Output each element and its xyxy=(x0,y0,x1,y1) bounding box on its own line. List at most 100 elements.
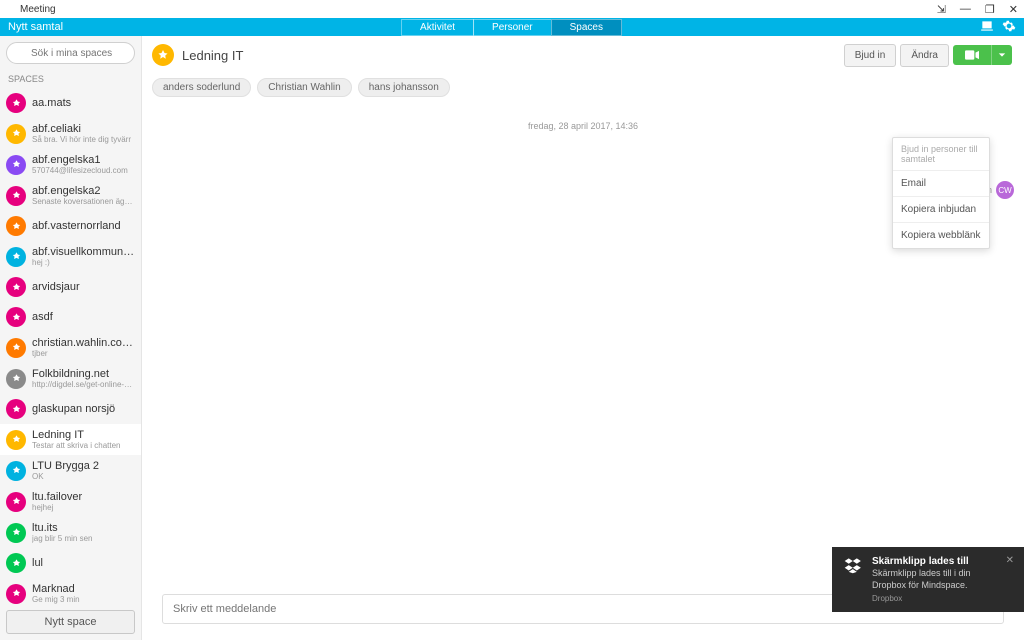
app-icon xyxy=(6,4,16,14)
space-icon xyxy=(6,523,26,543)
space-icon xyxy=(6,461,26,481)
sidebar-item-abf-vasternorrland[interactable]: abf.vasternorrland xyxy=(0,211,141,241)
space-subtitle: OK xyxy=(32,472,99,481)
space-subtitle: hejhej xyxy=(32,503,82,512)
space-subtitle: 570744@lifesizecloud.com xyxy=(32,166,128,175)
space-name: Folkbildning.net xyxy=(32,368,135,380)
window-title: Meeting xyxy=(20,4,56,15)
conversation-header: Ledning IT Bjud in Ändra xyxy=(142,36,1024,74)
chevron-down-icon[interactable] xyxy=(991,45,1012,65)
dropdown-item[interactable]: Kopiera inbjudan xyxy=(893,197,989,223)
space-subtitle: http://digdel.se/get-online-week-2017/ xyxy=(32,380,135,389)
screen-share-icon[interactable] xyxy=(980,19,994,36)
invite-button[interactable]: Bjud in xyxy=(844,44,897,67)
dropdown-header: Bjud in personer till samtalet xyxy=(893,138,989,171)
space-name: glaskupan norsjö xyxy=(32,403,115,415)
sidebar-item-abf-celiaki[interactable]: abf.celiakiSå bra. Vi hör inte dig tyvär… xyxy=(0,118,141,149)
sidebar-item-christian-wahlin-cospace[interactable]: christian.wahlin.cospacetjber xyxy=(0,332,141,363)
participant-chip[interactable]: Christian Wahlin xyxy=(257,78,351,97)
sidebar-item-asdf[interactable]: asdf xyxy=(0,302,141,332)
space-name: abf.vasternorrland xyxy=(32,220,121,232)
avatar: CW xyxy=(996,181,1014,199)
sidebar-item-abf-visuellkommunikation[interactable]: abf.visuellkommunikationhej :) xyxy=(0,241,141,272)
sidebar-item-glaskupan-norsj-[interactable]: glaskupan norsjö xyxy=(0,394,141,424)
tab-people[interactable]: Personer xyxy=(473,19,552,36)
window-close-icon[interactable]: ✕ xyxy=(1009,3,1018,16)
top-tabs: Aktivitet Personer Spaces xyxy=(402,19,622,36)
sidebar: SPACES aa.mats abf.celiakiSå bra. Vi hör … xyxy=(0,36,142,640)
toast-title: Skärmklipp lades till xyxy=(872,555,998,568)
space-name: aa.mats xyxy=(32,97,71,109)
sidebar-item-marknad[interactable]: MarknadGe mig 3 min xyxy=(0,578,141,604)
toast-notification: Skärmklipp lades till Skärmklipp lades t… xyxy=(832,547,1024,612)
space-name: ltu.failover xyxy=(32,491,82,503)
invite-dropdown: Bjud in personer till samtalet EmailKopi… xyxy=(892,137,990,249)
sidebar-item-arvidsjaur[interactable]: arvidsjaur xyxy=(0,272,141,302)
participant-chip[interactable]: anders soderlund xyxy=(152,78,251,97)
space-icon xyxy=(6,216,26,236)
space-subtitle: Testar att skriva i chatten xyxy=(32,441,120,450)
sidebar-item-abf-engelska1[interactable]: abf.engelska1570744@lifesizecloud.com xyxy=(0,149,141,180)
space-icon xyxy=(6,584,26,604)
space-icon xyxy=(6,307,26,327)
date-stamp: fredag, 28 april 2017, 14:36 xyxy=(142,121,1024,131)
sidebar-item-ledning-it[interactable]: Ledning ITTestar att skriva i chatten xyxy=(0,424,141,455)
search-input[interactable] xyxy=(6,42,135,64)
space-icon xyxy=(6,430,26,450)
space-name: ltu.its xyxy=(32,522,92,534)
topbar: Nytt samtal Aktivitet Personer Spaces xyxy=(0,18,1024,36)
space-icon xyxy=(6,247,26,267)
sidebar-item-folkbildning-net[interactable]: Folkbildning.nethttp://digdel.se/get-onl… xyxy=(0,363,141,394)
content-area: Ledning IT Bjud in Ändra anders soderlun… xyxy=(142,36,1024,640)
window-minimize-icon[interactable]: — xyxy=(960,3,971,16)
space-name: arvidsjaur xyxy=(32,281,80,293)
camera-icon[interactable] xyxy=(953,45,991,65)
space-name: christian.wahlin.cospace xyxy=(32,337,135,349)
space-name: abf.engelska1 xyxy=(32,154,128,166)
space-icon xyxy=(6,277,26,297)
space-icon xyxy=(6,93,26,113)
space-name: asdf xyxy=(32,311,53,323)
sidebar-item-ltu-failover[interactable]: ltu.failoverhejhej xyxy=(0,486,141,517)
space-subtitle: tjber xyxy=(32,349,135,358)
space-list[interactable]: aa.mats abf.celiakiSå bra. Vi hör inte di… xyxy=(0,88,141,604)
sidebar-item-lul[interactable]: lul xyxy=(0,548,141,578)
space-icon xyxy=(6,399,26,419)
conversation-title: Ledning IT xyxy=(182,48,836,63)
space-avatar-icon xyxy=(152,44,174,66)
spaces-section-label: SPACES xyxy=(0,70,141,88)
space-icon xyxy=(6,369,26,389)
space-name: abf.celiaki xyxy=(32,123,131,135)
conversation-body: fredag, 28 april 2017, 14:36 an Wahlin C… xyxy=(142,101,1024,586)
participant-chip[interactable]: hans johansson xyxy=(358,78,450,97)
new-space-button[interactable]: Nytt space xyxy=(6,610,135,634)
space-icon xyxy=(6,155,26,175)
dropdown-item[interactable]: Kopiera webblänk xyxy=(893,223,989,248)
space-name: abf.engelska2 xyxy=(32,185,135,197)
sidebar-item-aa-mats[interactable]: aa.mats xyxy=(0,88,141,118)
space-icon xyxy=(6,492,26,512)
video-call-button[interactable] xyxy=(953,45,1012,65)
tab-activity[interactable]: Aktivitet xyxy=(401,19,474,36)
sidebar-item-ltu-its[interactable]: ltu.itsjag blir 5 min sen xyxy=(0,517,141,548)
new-call-button[interactable]: Nytt samtal xyxy=(8,21,63,33)
change-button[interactable]: Ändra xyxy=(900,44,949,67)
space-subtitle: jag blir 5 min sen xyxy=(32,534,92,543)
space-name: lul xyxy=(32,557,43,569)
window-extra-icon[interactable]: ⇲ xyxy=(937,3,946,16)
dropdown-item[interactable]: Email xyxy=(893,171,989,197)
space-icon xyxy=(6,186,26,206)
tab-spaces[interactable]: Spaces xyxy=(551,19,622,36)
toast-close-icon[interactable]: ✕ xyxy=(1006,555,1014,604)
sidebar-item-ltu-brygga-2[interactable]: LTU Brygga 2OK xyxy=(0,455,141,486)
space-icon xyxy=(6,124,26,144)
space-icon xyxy=(6,553,26,573)
participant-chips: anders soderlund Christian Wahlin hans joh… xyxy=(142,74,1024,101)
sidebar-item-abf-engelska2[interactable]: abf.engelska2Senaste koversationen ägde … xyxy=(0,180,141,211)
space-icon xyxy=(6,338,26,358)
settings-icon[interactable] xyxy=(1002,19,1016,36)
dropbox-icon xyxy=(842,555,864,577)
window-maximize-icon[interactable]: ❐ xyxy=(985,3,995,16)
space-name: Ledning IT xyxy=(32,429,120,441)
space-subtitle: Ge mig 3 min xyxy=(32,595,80,604)
